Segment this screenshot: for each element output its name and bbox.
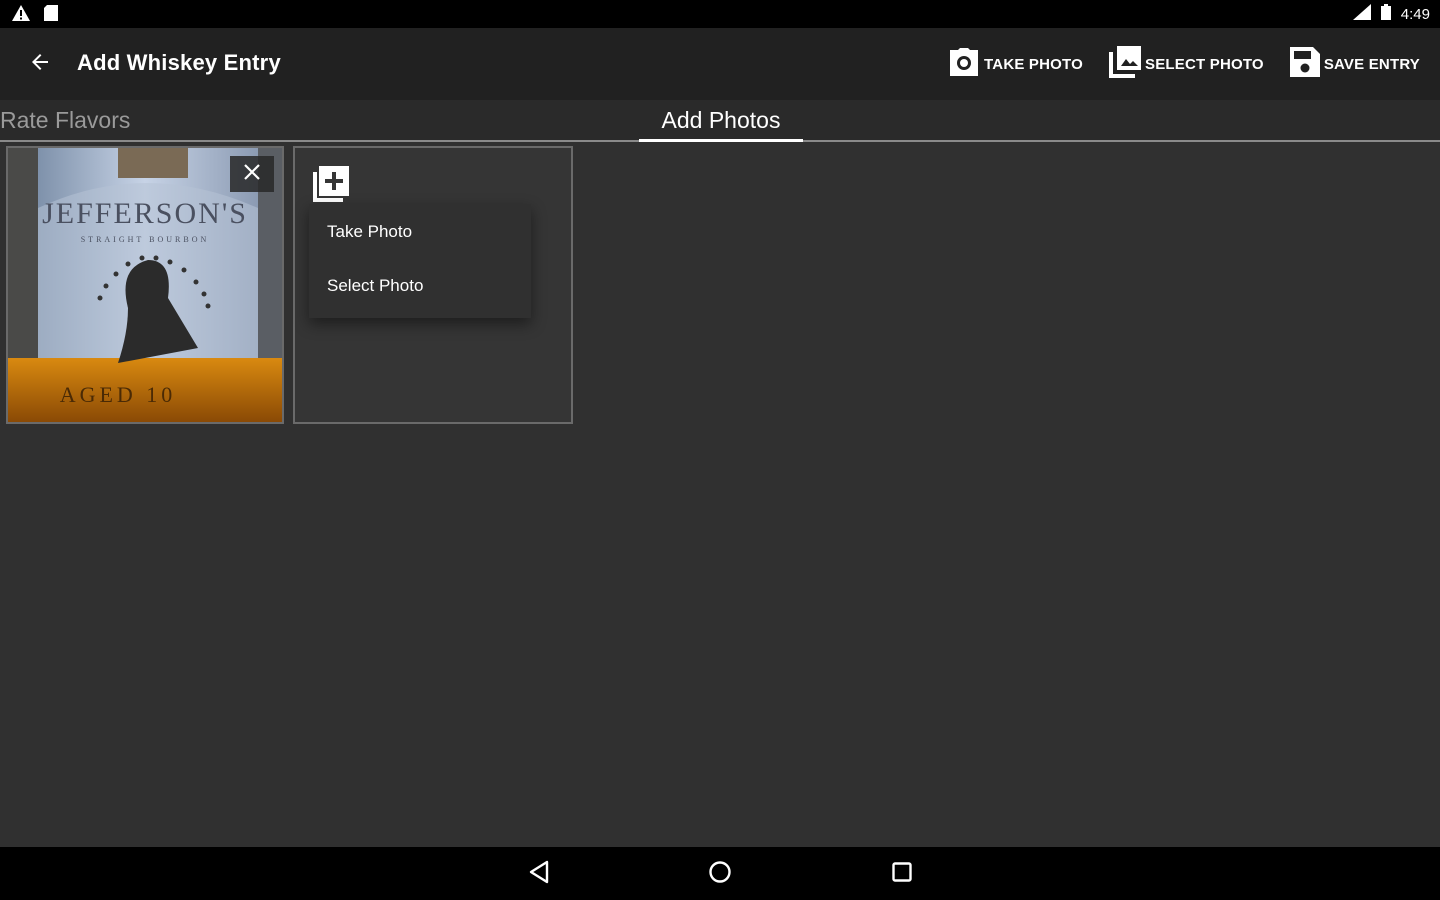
recents-square-icon (891, 861, 913, 888)
bottle-sub-text: STRAIGHT BOURBON (81, 235, 210, 244)
page-title: Add Whiskey Entry (77, 50, 281, 75)
save-icon (1289, 47, 1320, 82)
menu-item-take-photo[interactable]: Take Photo (327, 222, 412, 242)
navigation-bar (0, 847, 1440, 900)
back-triangle-icon (528, 860, 550, 889)
nav-back-button[interactable] (523, 858, 555, 890)
app-bar: Add Whiskey Entry TAKE PHOTO SELECT PHOT… (0, 28, 1440, 100)
remove-photo-button[interactable] (230, 156, 274, 192)
status-time: 4:49 (1400, 5, 1430, 23)
take-photo-button[interactable]: TAKE PHOTO (948, 48, 1083, 81)
arrow-back-icon (28, 50, 52, 79)
bottle-label-text: JEFFERSON'S (42, 197, 248, 230)
select-photo-button[interactable]: SELECT PHOTO (1109, 46, 1264, 83)
select-photo-label: SELECT PHOTO (1145, 56, 1264, 73)
status-bar: 4:49 (0, 0, 1440, 28)
signal-icon (1352, 4, 1371, 24)
tab-add-photos[interactable]: Add Photos (639, 100, 803, 142)
photo-library-icon (1109, 46, 1141, 83)
save-entry-button[interactable]: SAVE ENTRY (1289, 47, 1420, 82)
home-circle-icon (708, 860, 732, 889)
tab-rate-flavors[interactable]: Rate Flavors (0, 100, 130, 140)
warning-icon (12, 5, 30, 26)
photo-thumbnail[interactable]: JEFFERSON'S STRAIGHT BOURBON AGED 10 (6, 146, 284, 424)
menu-item-select-photo[interactable]: Select Photo (327, 276, 423, 296)
camera-icon (948, 48, 980, 81)
close-icon (243, 163, 261, 186)
battery-icon (1380, 4, 1391, 24)
save-entry-label: SAVE ENTRY (1323, 56, 1420, 73)
bottle-aged-text: AGED 10 (60, 382, 177, 407)
add-photo-tile: Take Photo Select Photo (293, 146, 573, 424)
tab-bar: Rate Flavors Add Photos (0, 100, 1440, 142)
take-photo-label: TAKE PHOTO (984, 56, 1083, 73)
nav-recents-button[interactable] (886, 858, 918, 890)
add-photo-menu: Take Photo Select Photo (309, 204, 531, 318)
nav-home-button[interactable] (704, 858, 736, 890)
add-to-photos-icon[interactable] (311, 164, 351, 204)
back-button[interactable] (20, 44, 60, 84)
sd-card-icon (44, 5, 58, 26)
toolbar-actions: TAKE PHOTO SELECT PHOTO SAVE ENTRY (948, 46, 1420, 83)
